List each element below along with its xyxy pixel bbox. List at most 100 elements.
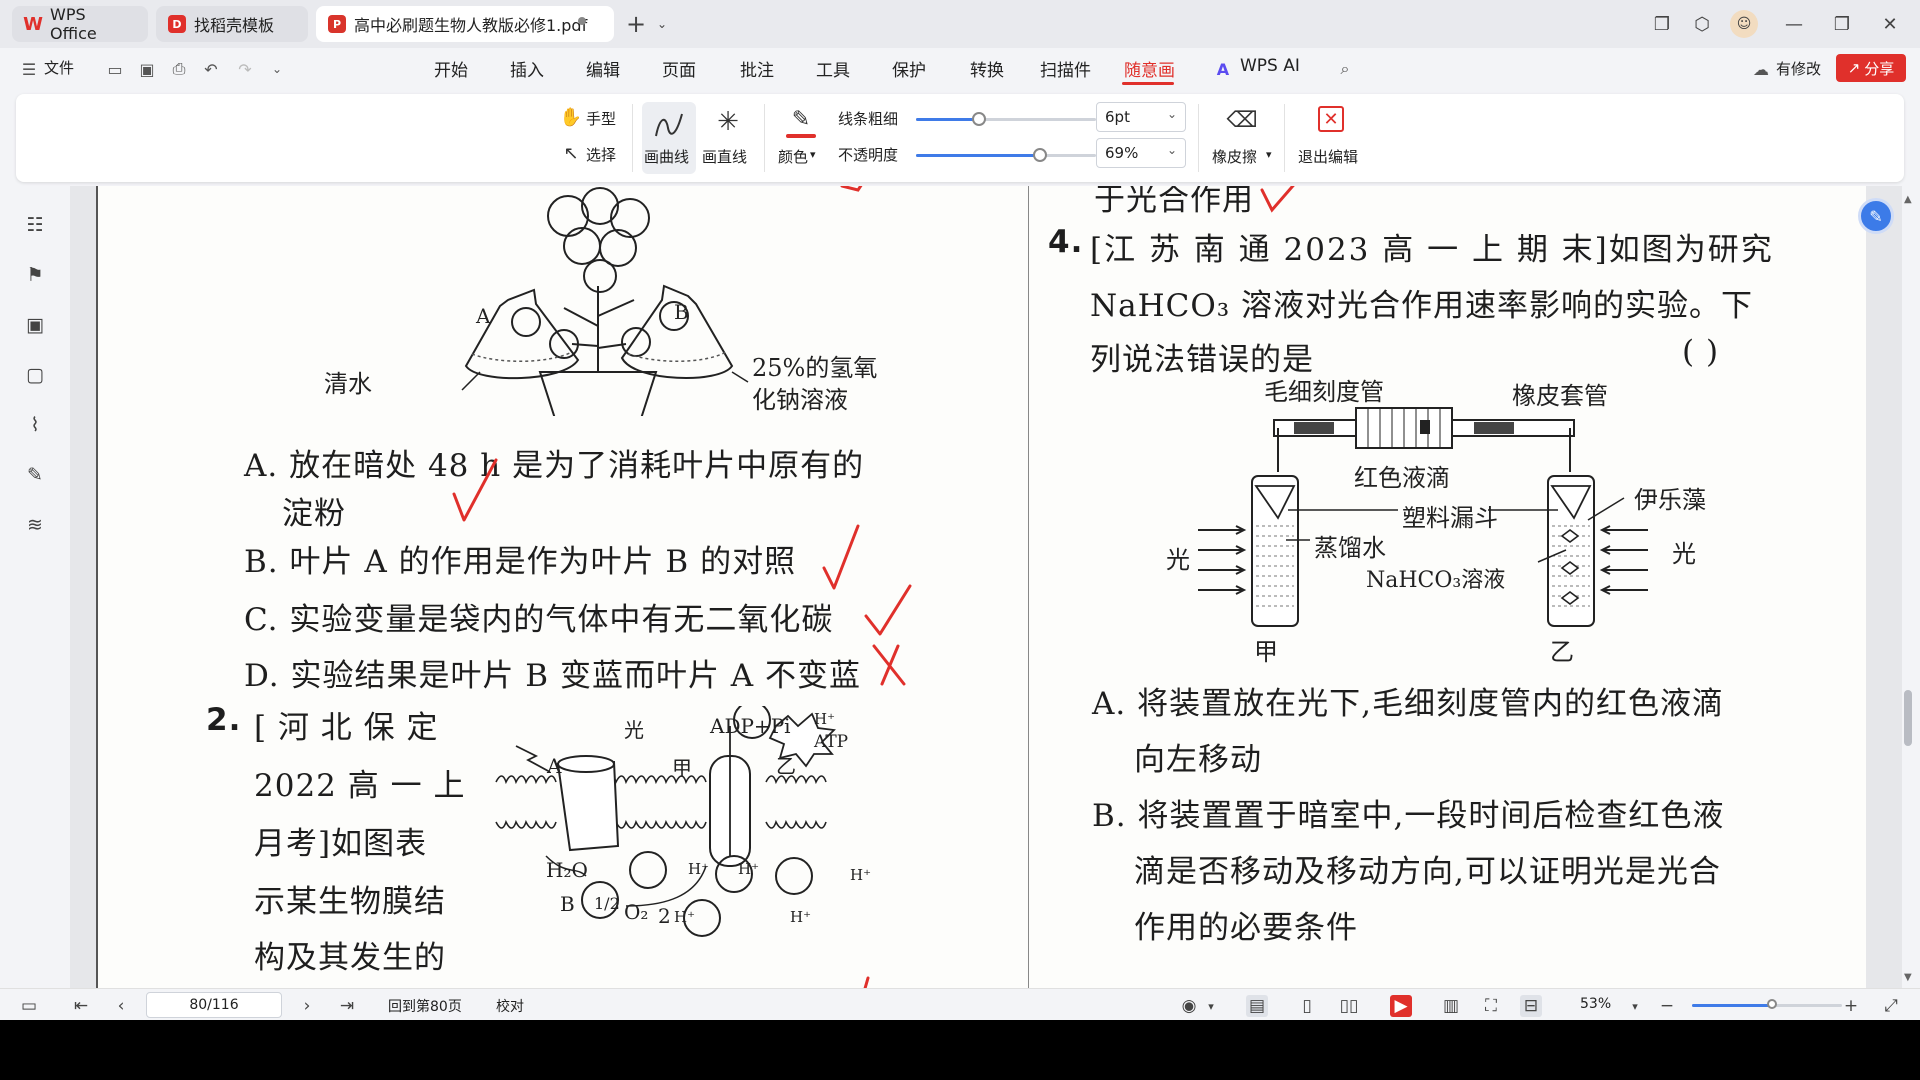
line-width-value: 6pt (1105, 108, 1130, 126)
hamburger-menu-icon[interactable]: ☰ (18, 58, 40, 80)
scroll-up-icon[interactable]: ▲ (1904, 194, 1912, 205)
zoom-chevron-icon[interactable]: ▾ (1624, 995, 1646, 1017)
menu-freehand-draw[interactable]: 随意画 (1124, 56, 1175, 81)
menu-page[interactable]: 页面 (662, 56, 696, 81)
zoom-out-icon[interactable]: − (1656, 995, 1678, 1017)
more-chevron-icon[interactable]: ⌄ (266, 58, 288, 80)
eye-view-icon[interactable]: ◉ (1178, 995, 1200, 1017)
layers-icon[interactable]: ≋ (22, 512, 48, 538)
menu-convert[interactable]: 转换 (970, 56, 1004, 81)
fit-width-icon[interactable]: ⊟ (1520, 995, 1542, 1017)
first-page-icon[interactable]: ⇤ (70, 995, 92, 1017)
close-icon[interactable]: ✕ (1878, 12, 1902, 36)
opacity-label: 不透明度 (838, 146, 899, 164)
tab-pdf-document[interactable]: P 高中必刷题生物人教版必修1.pdf (316, 6, 614, 42)
zoom-in-icon[interactable]: + (1840, 995, 1862, 1017)
left-sidebar: ☷ ⚑ ▣ ▢ ⌇ ✎ ≋ (0, 186, 70, 988)
redo-icon[interactable]: ↷ (234, 58, 256, 80)
opacity-handle[interactable] (1033, 148, 1047, 162)
window-switch-icon[interactable]: ❐ (1650, 12, 1674, 36)
q4-option-b-line3: 作用的必要条件 (1134, 910, 1358, 946)
tab-wps-office[interactable]: W WPS Office (12, 5, 148, 43)
line-width-handle[interactable] (972, 112, 986, 126)
double-page-icon[interactable]: ▯▯ (1338, 995, 1360, 1017)
wps-pdf-window: W WPS Office D 找稻壳模板 P 高中必刷题生物人教版必修1.pdf… (0, 0, 1920, 1020)
thumbnail-icon[interactable]: ▣ (22, 312, 48, 338)
curve-pen-icon (655, 113, 683, 137)
save-icon[interactable]: ▣ (136, 58, 158, 80)
bookmark-icon[interactable]: ⚑ (22, 262, 48, 288)
opacity-select[interactable]: 69% ⌄ (1096, 138, 1186, 168)
nahco3-label: NaHCO₃溶液 (1366, 568, 1506, 593)
tab-template-store[interactable]: D 找稻壳模板 (156, 6, 308, 42)
jia-tube-label: 甲 (1254, 638, 1278, 666)
fit-page-icon[interactable]: ⛶ (1480, 995, 1502, 1017)
menu-tools[interactable]: 工具 (816, 56, 850, 81)
scroll-down-icon[interactable]: ▼ (1904, 972, 1912, 983)
open-folder-icon[interactable]: ▭ (104, 58, 126, 80)
single-page-scroll-icon[interactable]: ▤ (1246, 995, 1268, 1017)
tab-list-chevron-icon[interactable]: ⌄ (650, 12, 674, 36)
elodea-label: 伊乐藻 (1634, 486, 1706, 514)
distilled-water-label: 蒸馏水 (1314, 534, 1386, 562)
menu-annotate[interactable]: 批注 (740, 56, 774, 81)
chevron-down-icon: ▾ (810, 148, 816, 161)
page-number-input[interactable]: 80/116 (146, 992, 282, 1018)
menu-insert[interactable]: 插入 (510, 56, 544, 81)
next-page-icon[interactable]: › (296, 995, 318, 1017)
check-mark-annotation[interactable] (1258, 186, 1318, 216)
minimize-icon[interactable]: — (1782, 12, 1806, 36)
single-page-icon[interactable]: ▯ (1296, 995, 1318, 1017)
floating-ai-assistant-icon[interactable]: ✎ (1858, 198, 1894, 234)
hand-icon[interactable]: ✋ (560, 106, 582, 128)
menu-protect[interactable]: 保护 (892, 56, 926, 81)
search-icon[interactable]: ⌕ (1334, 58, 1356, 80)
draw-line-button[interactable]: ✳ 画直线 (700, 102, 754, 174)
sidebar-toggle-icon[interactable]: ▭ (18, 995, 40, 1017)
color-picker-button[interactable]: ✎ 颜色 ▾ (776, 102, 828, 174)
select-cursor-icon[interactable]: ↖ (560, 142, 582, 164)
menu-scan[interactable]: 扫描件 (1040, 56, 1091, 81)
wps-logo-icon: W (23, 13, 43, 35)
zoom-level[interactable]: 53% (1580, 996, 1611, 1012)
undo-icon[interactable]: ↶ (200, 58, 222, 80)
file-menu[interactable]: 文件 (44, 57, 74, 78)
last-page-icon[interactable]: ⇥ (336, 995, 358, 1017)
user-avatar-icon[interactable]: ☺ (1730, 10, 1758, 38)
print-icon[interactable]: ⎙ (168, 58, 190, 80)
signature-icon[interactable]: ✎ (22, 462, 48, 488)
attachment-icon[interactable]: ⌇ (22, 412, 48, 438)
chevron-down-icon[interactable]: ▾ (1200, 995, 1222, 1017)
modified-status[interactable]: 有修改 (1776, 58, 1821, 79)
exit-edit-button[interactable]: ✕ 退出编辑 (1296, 102, 1366, 174)
cube-icon[interactable]: ⬡ (1690, 12, 1714, 36)
capillary-label: 毛细刻度管 (1264, 378, 1384, 406)
share-button[interactable]: ↗ 分享 (1836, 54, 1906, 82)
previous-page-icon[interactable]: ‹ (110, 995, 132, 1017)
hand-tool[interactable]: 手型 (586, 108, 616, 129)
zoom-handle[interactable] (1767, 999, 1777, 1009)
chevron-down-icon: ⌄ (1166, 107, 1177, 121)
draw-curve-button[interactable]: 画曲线 (642, 102, 696, 174)
outline-list-icon[interactable]: ☷ (22, 212, 48, 238)
reading-mode-icon[interactable]: ▥ (1440, 995, 1462, 1017)
menu-edit[interactable]: 编辑 (586, 56, 620, 81)
play-slideshow-icon[interactable]: ▶ (1390, 995, 1412, 1017)
document-viewport[interactable]: 清水 A B 25%的氢氧 化钠溶液 A. 放在暗处 48 h 是为了消耗叶片中… (70, 186, 1902, 988)
select-tool[interactable]: 选择 (586, 144, 616, 165)
back-to-page-link[interactable]: 回到第80页 (388, 996, 462, 1016)
comment-icon[interactable]: ▢ (22, 362, 48, 388)
restore-icon[interactable]: ❐ (1830, 12, 1854, 36)
unsaved-dot-icon[interactable] (578, 17, 586, 25)
line-width-select[interactable]: 6pt ⌄ (1096, 102, 1186, 132)
freehand-annotations-left[interactable] (98, 186, 1028, 988)
fullscreen-icon[interactable]: ⤢ (1880, 995, 1902, 1017)
proofread-button[interactable]: 校对 (496, 996, 524, 1016)
new-tab-plus-icon[interactable]: + (624, 10, 648, 38)
color-label: 颜色 (778, 148, 809, 166)
menu-wps-ai[interactable]: WPS AI (1240, 56, 1300, 76)
q4-option-b-line2: 滴是否移动及移动方向,可以证明光是光合 (1134, 854, 1721, 890)
eraser-button[interactable]: ⌫ 橡皮擦 ▾ (1208, 102, 1278, 174)
menu-start[interactable]: 开始 (434, 56, 468, 81)
vertical-scrollbar-thumb[interactable] (1904, 690, 1912, 746)
